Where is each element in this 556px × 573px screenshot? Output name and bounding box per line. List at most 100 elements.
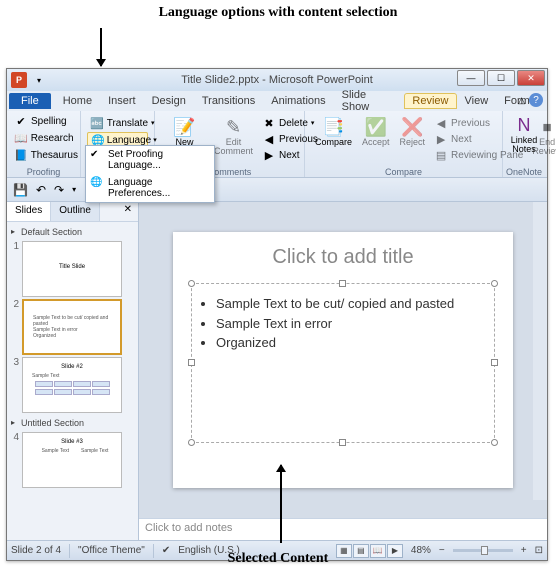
content-area: Slides Outline ✕ Default Section 1 Title… bbox=[7, 202, 547, 540]
resize-handle[interactable] bbox=[339, 280, 346, 287]
ribbon-minimize-icon[interactable]: △ bbox=[518, 95, 525, 106]
previous-icon: ◀ bbox=[434, 116, 448, 130]
app-icon: P bbox=[11, 72, 27, 88]
thumb-number: 3 bbox=[9, 357, 19, 368]
content-placeholder-selected[interactable]: Sample Text to be cut/ copied and pasted… bbox=[191, 283, 495, 443]
accept-button[interactable]: ✅Accept bbox=[358, 115, 394, 148]
tab-animations[interactable]: Animations bbox=[263, 93, 333, 109]
resize-handle[interactable] bbox=[491, 439, 498, 446]
tab-insert[interactable]: Insert bbox=[100, 93, 144, 109]
annotation-top-label: Language options with content selection bbox=[0, 5, 556, 21]
tab-home[interactable]: Home bbox=[55, 93, 100, 109]
reject-button[interactable]: ❌Reject bbox=[396, 115, 430, 148]
maximize-button[interactable]: ☐ bbox=[487, 70, 515, 86]
spelling-button[interactable]: ✔Spelling bbox=[11, 113, 76, 129]
thumb-row: 4 Slide #3 Sample TextSample Text bbox=[9, 432, 136, 488]
thumb-number: 2 bbox=[9, 299, 19, 310]
slide-thumbnail-2[interactable]: Sample Text to be cut/ copied and pasted… bbox=[22, 299, 122, 355]
thumb-row: 2 Sample Text to be cut/ copied and past… bbox=[9, 299, 136, 355]
compare-button[interactable]: 📑Compare bbox=[311, 115, 356, 148]
ribbon: ✔Spelling 📖Research 📘Thesaurus Proofing … bbox=[7, 111, 547, 178]
save-button[interactable]: 💾 bbox=[11, 181, 30, 199]
onenote-icon: N bbox=[513, 114, 535, 136]
outline-tab[interactable]: Outline bbox=[51, 202, 100, 221]
help-icon[interactable]: ? bbox=[529, 93, 543, 107]
annotation-top-arrow bbox=[100, 28, 102, 66]
translate-icon: 🔤 bbox=[90, 116, 104, 130]
tab-design[interactable]: Design bbox=[144, 93, 194, 109]
pane-icon: ▤ bbox=[434, 148, 448, 162]
thesaurus-button[interactable]: 📘Thesaurus bbox=[11, 147, 76, 163]
resize-handle[interactable] bbox=[188, 439, 195, 446]
group-onenote-label: OneNote bbox=[503, 167, 545, 177]
group-onenote: NLinked Notes OneNote bbox=[503, 111, 545, 177]
powerpoint-window: P ▾ Title Slide2.pptx - Microsoft PowerP… bbox=[6, 68, 548, 561]
group-proofing: ✔Spelling 📖Research 📘Thesaurus Proofing bbox=[7, 111, 81, 177]
window-title: Title Slide2.pptx - Microsoft PowerPoint bbox=[181, 74, 373, 86]
minimize-button[interactable]: — bbox=[457, 70, 485, 86]
bullet-list[interactable]: Sample Text to be cut/ copied and pasted… bbox=[200, 294, 486, 353]
vertical-scrollbar[interactable] bbox=[533, 202, 547, 500]
thumb-number: 1 bbox=[9, 241, 19, 252]
new-comment-icon: 📝 bbox=[174, 116, 196, 138]
linked-notes-button[interactable]: NLinked Notes bbox=[507, 113, 541, 155]
slides-tab[interactable]: Slides bbox=[7, 202, 51, 221]
delete-icon: ✖ bbox=[262, 116, 276, 130]
undo-button[interactable]: ↶ bbox=[34, 181, 48, 199]
notes-pane[interactable]: Click to add notes bbox=[139, 518, 547, 540]
group-compare-label: Compare bbox=[305, 167, 502, 177]
resize-handle[interactable] bbox=[188, 359, 195, 366]
language-preferences-icon: 🌐 bbox=[90, 177, 102, 188]
slide-panel: Slides Outline ✕ Default Section 1 Title… bbox=[7, 202, 139, 540]
spelling-icon: ✔ bbox=[14, 114, 28, 128]
compare-icon: 📑 bbox=[323, 116, 345, 138]
accept-icon: ✅ bbox=[365, 116, 387, 138]
research-icon: 📖 bbox=[14, 131, 28, 145]
slide: Click to add title Sample Text to be cut… bbox=[173, 232, 513, 488]
thumb-number: 4 bbox=[9, 432, 19, 443]
section-untitled[interactable]: Untitled Section bbox=[9, 415, 136, 430]
resize-handle[interactable] bbox=[491, 280, 498, 287]
close-button[interactable]: ✕ bbox=[517, 70, 545, 86]
reject-icon: ❌ bbox=[401, 116, 423, 138]
qat-more-icon[interactable]: ▾ bbox=[70, 183, 78, 196]
previous-icon: ◀ bbox=[262, 132, 276, 146]
tab-view[interactable]: View bbox=[457, 93, 497, 109]
slide-thumbnail-1[interactable]: Title Slide bbox=[22, 241, 122, 297]
titlebar: P ▾ Title Slide2.pptx - Microsoft PowerP… bbox=[7, 69, 547, 91]
title-placeholder[interactable]: Click to add title bbox=[191, 246, 495, 269]
thumbnail-list: Default Section 1 Title Slide 2 Sample T… bbox=[7, 222, 138, 540]
resize-handle[interactable] bbox=[491, 359, 498, 366]
resize-handle[interactable] bbox=[339, 439, 346, 446]
research-button[interactable]: 📖Research bbox=[11, 130, 76, 146]
edit-comment-icon: ✎ bbox=[223, 116, 245, 138]
group-proofing-label: Proofing bbox=[7, 167, 80, 177]
bullet-item[interactable]: Sample Text in error bbox=[216, 314, 486, 334]
translate-button[interactable]: 🔤Translate▾ bbox=[87, 115, 148, 131]
resize-handle[interactable] bbox=[188, 280, 195, 287]
ribbon-tabs: File Home Insert Design Transitions Anim… bbox=[7, 91, 547, 111]
language-preferences-item[interactable]: 🌐Language Preferences... bbox=[86, 174, 214, 202]
set-proofing-language-item[interactable]: ✔Set Proofing Language... bbox=[86, 146, 214, 174]
tab-file[interactable]: File bbox=[9, 93, 51, 109]
next-icon: ▶ bbox=[262, 148, 276, 162]
main-editor-area: Click to add title Sample Text to be cut… bbox=[139, 202, 547, 540]
qat-customize-icon[interactable]: ▾ bbox=[37, 76, 41, 85]
section-default[interactable]: Default Section bbox=[9, 224, 136, 239]
tab-review[interactable]: Review bbox=[404, 93, 456, 109]
slide-thumbnail-3[interactable]: Slide #2 Sample Text bbox=[22, 357, 122, 413]
slide-thumbnail-4[interactable]: Slide #3 Sample TextSample Text bbox=[22, 432, 122, 488]
next-icon: ▶ bbox=[434, 132, 448, 146]
redo-button[interactable]: ↷ bbox=[52, 181, 66, 199]
group-compare: 📑Compare ✅Accept ❌Reject ◀Previous ▶Next… bbox=[305, 111, 503, 177]
annotation-bottom-label: Selected Content bbox=[0, 551, 556, 567]
window-controls: — ☐ ✕ bbox=[457, 70, 545, 86]
annotation-bottom-arrow bbox=[280, 465, 282, 543]
edit-comment-button[interactable]: ✎Edit Comment bbox=[210, 115, 257, 163]
slide-canvas: Click to add title Sample Text to be cut… bbox=[139, 202, 547, 518]
thesaurus-icon: 📘 bbox=[14, 148, 28, 162]
panel-close-button[interactable]: ✕ bbox=[118, 202, 138, 221]
bullet-item[interactable]: Organized bbox=[216, 333, 486, 353]
bullet-item[interactable]: Sample Text to be cut/ copied and pasted bbox=[216, 294, 486, 314]
tab-transitions[interactable]: Transitions bbox=[194, 93, 263, 109]
